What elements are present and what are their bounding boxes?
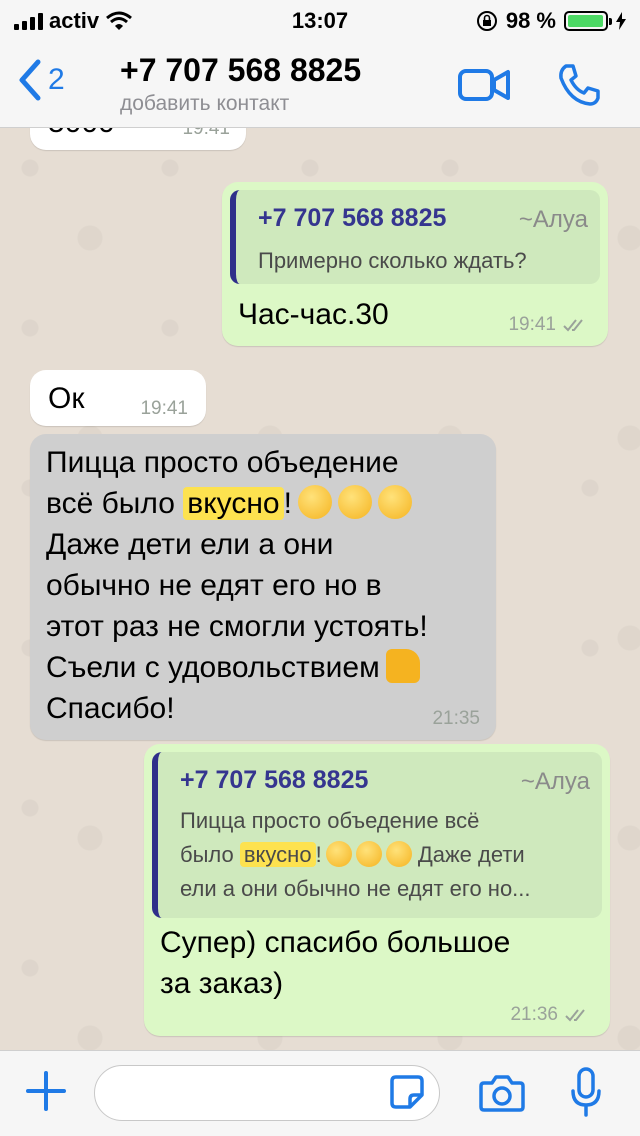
quoted-message[interactable]: +7 707 568 8825 ~Алуа Примерно сколько ж… (230, 190, 600, 284)
sticker-icon[interactable] (388, 1073, 426, 1111)
drooling-face-icon (385, 841, 412, 867)
quote-author: +7 707 568 8825 (258, 204, 447, 232)
thumbs-up-icon (385, 649, 420, 683)
message-body: Пицца просто объедение всё было вкусно! … (46, 442, 486, 729)
message-text: Час-час.30 (238, 298, 389, 331)
chat-header: 2 +7 707 568 8825 добавить контакт (0, 40, 640, 128)
plus-icon[interactable] (24, 1069, 68, 1113)
message-incoming-selected[interactable]: Пицца просто объедение всё было вкусно! … (30, 434, 496, 740)
line-text: Даже дети (417, 842, 525, 867)
add-contact-link[interactable]: добавить контакт (120, 92, 289, 116)
battery-percent: 98 % (505, 8, 556, 33)
message-meta: 19:41 (140, 398, 188, 420)
message-incoming[interactable]: Ок 19:41 (30, 370, 206, 426)
microphone-icon[interactable] (568, 1065, 604, 1121)
quote-line: было вкусно! Даже дети (180, 838, 600, 872)
message-line: Съели с удовольствием (46, 647, 486, 688)
read-ticks-icon (563, 319, 583, 332)
search-highlight: вкусно (239, 842, 316, 867)
line-text: Съели с удовольствием (46, 651, 380, 684)
drooling-face-icon (297, 485, 332, 519)
quote-line: ели а они обычно не едят его но... (180, 876, 531, 901)
message-line: Спасибо! (46, 692, 175, 725)
quote-text: Примерно сколько ждать? (258, 248, 527, 273)
message-line: Даже дети ели а они (46, 528, 334, 561)
quote-text: Пицца просто объедение всё было вкусно! … (180, 804, 600, 906)
message-text: Ок (48, 382, 85, 415)
time-label: 19:41 (182, 128, 230, 139)
message-text: 5000 (48, 128, 115, 143)
chevron-left-icon (19, 59, 41, 101)
read-ticks-icon (565, 1009, 585, 1022)
battery-icon (564, 11, 612, 31)
drooling-face-icon (377, 485, 412, 519)
quote-alias: ~Алуа (520, 768, 590, 795)
charging-icon (616, 12, 626, 30)
camera-icon[interactable] (478, 1071, 526, 1115)
line-text: ! (315, 842, 322, 867)
message-line: Супер) спасибо большое (160, 926, 511, 959)
time-label: 19:41 (508, 314, 556, 335)
contact-name[interactable]: +7 707 568 8825 (120, 52, 361, 89)
message-incoming[interactable]: 5000 19:41 (30, 128, 246, 150)
time-label: 21:35 (432, 708, 480, 729)
status-right: 98 % (476, 8, 626, 34)
message-line: Пицца просто объедение (46, 446, 399, 479)
quote-line: Пицца просто объедение всё (180, 808, 480, 833)
message-meta: 19:41 (508, 314, 592, 336)
status-bar: activ 13:07 98 % (0, 0, 640, 40)
phone-call-icon[interactable] (556, 62, 602, 108)
video-call-icon[interactable] (456, 62, 512, 108)
line-text: было (180, 842, 234, 867)
message-body: Супер) спасибо большое за заказ) (160, 922, 600, 1004)
message-meta: 21:36 (510, 1004, 594, 1026)
message-outgoing[interactable]: +7 707 568 8825 ~Алуа Примерно сколько ж… (222, 182, 608, 346)
quote-alias: ~Алуа (518, 206, 588, 233)
line-text: ! (283, 487, 292, 520)
message-time: 19:41 (182, 128, 230, 140)
message-outgoing[interactable]: +7 707 568 8825 ~Алуа Пицца просто объед… (144, 744, 610, 1036)
message-line: всё было вкусно! (46, 483, 486, 524)
message-line: обычно не едят его но в (46, 569, 382, 602)
time-label: 21:36 (510, 1004, 558, 1025)
unread-count: 2 (48, 63, 65, 96)
orientation-lock-icon (476, 11, 497, 31)
back-button[interactable]: 2 (16, 58, 65, 102)
chat-area[interactable]: 5000 19:41 +7 707 568 8825 ~Алуа Примерн… (0, 128, 640, 1050)
drooling-face-icon (325, 841, 352, 867)
quote-author: +7 707 568 8825 (180, 766, 369, 794)
line-text: всё было (46, 487, 175, 520)
time-label: 19:41 (140, 398, 188, 419)
drooling-face-icon (355, 841, 382, 867)
input-bar (0, 1050, 640, 1136)
drooling-face-icon (337, 485, 372, 519)
quoted-message[interactable]: +7 707 568 8825 ~Алуа Пицца просто объед… (152, 752, 602, 918)
message-line: этот раз не смогли устоять! (46, 610, 428, 643)
search-highlight: вкусно (183, 487, 284, 520)
message-line: за заказ) (160, 967, 284, 1000)
message-meta: 21:35 (432, 708, 480, 730)
